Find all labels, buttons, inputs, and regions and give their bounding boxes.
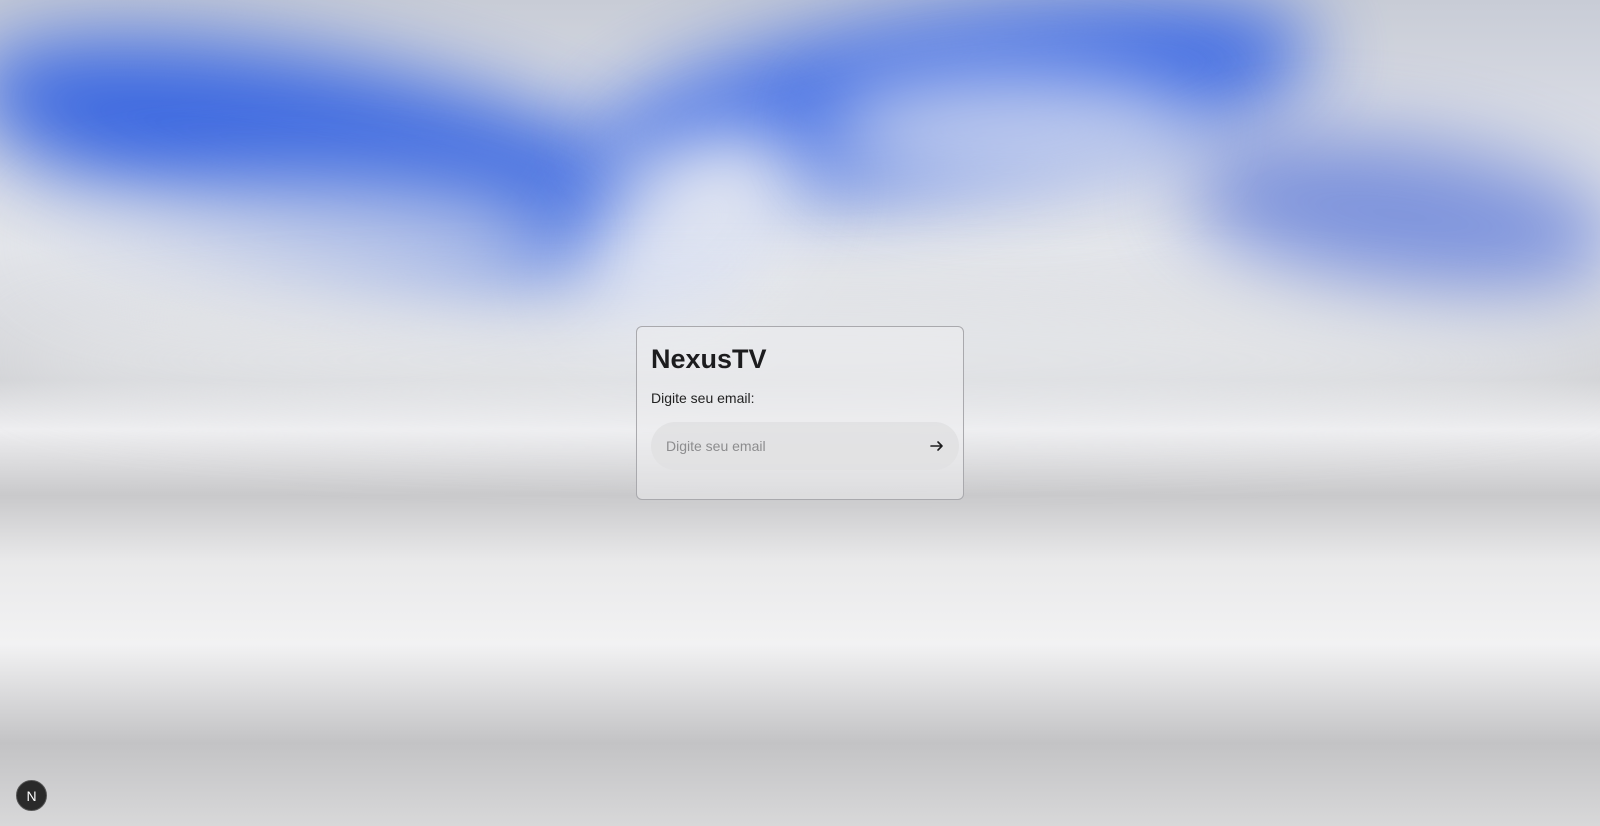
email-label: Digite seu email: [651, 390, 755, 406]
arrow-right-icon [930, 441, 943, 451]
app-title: NexusTV [651, 344, 767, 374]
login-card: NexusTV Digite seu email: [636, 326, 964, 500]
background-blob [40, 180, 560, 300]
background-blob [1171, 110, 1600, 320]
nextjs-dev-badge[interactable]: N [16, 780, 47, 811]
email-input[interactable] [651, 422, 911, 470]
background-blob [820, 70, 1200, 190]
nextjs-logo-icon: N [26, 787, 37, 804]
email-input-group [651, 422, 959, 470]
submit-button[interactable] [921, 430, 953, 462]
